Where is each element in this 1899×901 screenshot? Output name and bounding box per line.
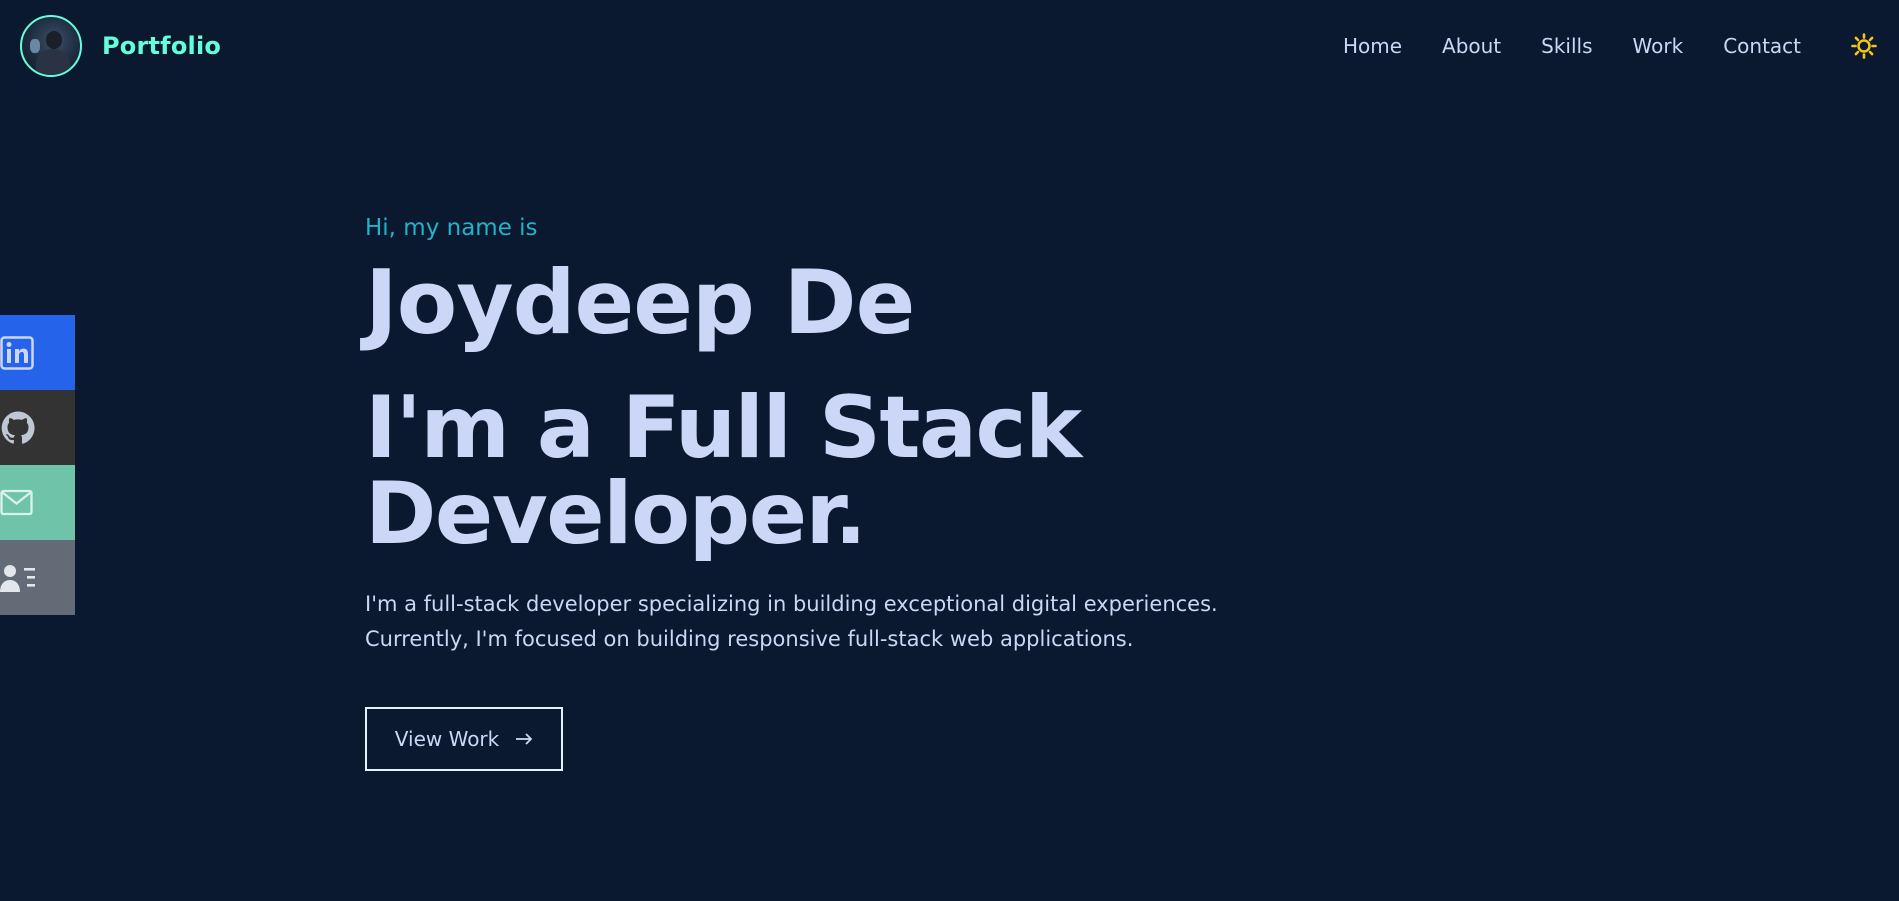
linkedin-icon [0,335,34,370]
social-sidebar [0,315,75,615]
hero-description-line-1: I'm a full-stack developer specializing … [365,592,1218,616]
main-nav: Home About Skills Work Contact [1343,31,1879,61]
avatar-hand [30,39,40,53]
hero-description: I'm a full-stack developer specializing … [365,587,1565,657]
view-work-button[interactable]: View Work [365,707,563,771]
nav-about[interactable]: About [1442,34,1501,58]
view-work-label: View Work [394,727,500,751]
page: Portfolio Home About Skills Work Contact [0,0,1899,901]
site-header: Portfolio Home About Skills Work Contact [0,0,1899,92]
resume-link[interactable] [0,540,75,615]
github-icon [1,410,35,444]
contact-card-icon [0,564,35,592]
brand-name[interactable]: Portfolio [102,32,221,60]
hero-name: Joydeep De [365,251,915,354]
hero-greeting: Hi, my name is [365,215,538,241]
nav-contact[interactable]: Contact [1723,34,1801,58]
linkedin-link[interactable] [0,315,75,390]
brand[interactable]: Portfolio [20,15,221,77]
sun-icon [1851,33,1877,59]
avatar[interactable] [20,15,82,77]
nav-work[interactable]: Work [1633,34,1684,58]
hero-description-line-2: Currently, I'm focused on building respo… [365,627,1134,651]
arrow-right-icon [516,733,533,745]
nav-home[interactable]: Home [1343,34,1402,58]
nav-skills[interactable]: Skills [1541,34,1592,58]
theme-toggle-button[interactable] [1849,31,1879,61]
mail-icon [0,489,33,515]
email-link[interactable] [0,465,75,540]
hero-role: I'm a Full Stack Developer. [365,378,1082,564]
avatar-head [46,31,62,49]
github-link[interactable] [0,390,75,465]
hero-section: Hi, my name is Joydeep De I'm a Full Sta… [365,215,1565,771]
avatar-body [36,49,70,75]
